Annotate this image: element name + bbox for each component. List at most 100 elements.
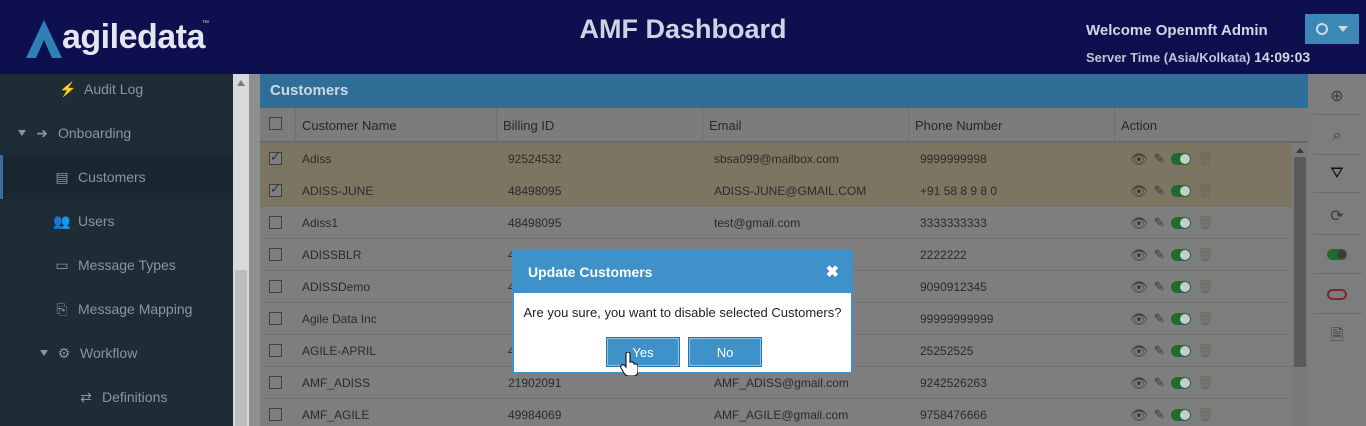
trash-icon[interactable]: 🗑 (1197, 279, 1214, 295)
edit-icon[interactable]: ✎ (1154, 151, 1165, 167)
toggle-on-icon[interactable] (1170, 249, 1191, 261)
sidebar-item-customers[interactable]: ▤ Customers (0, 155, 233, 199)
cell-name: ADISS-JUNE (302, 184, 374, 198)
no-button[interactable]: No (688, 337, 762, 367)
view-icon[interactable]: 👁 (1130, 407, 1148, 424)
table-row[interactable]: Adiss1 48498095 test@gmail.com 3333333333 👁 ✎… (260, 207, 1292, 239)
trash-icon[interactable]: 🗑 (1197, 311, 1214, 327)
toggle-on-icon[interactable] (1170, 313, 1191, 325)
row-actions: 👁 ✎ 🗑 (1130, 183, 1213, 199)
edit-icon[interactable]: ✎ (1154, 343, 1165, 359)
filter-button[interactable]: ⛛ (1313, 155, 1361, 193)
view-icon[interactable]: 👁 (1130, 215, 1148, 232)
row-checkbox[interactable] (269, 216, 282, 229)
toggle-on-icon[interactable] (1170, 345, 1191, 357)
toggle-on-icon[interactable] (1170, 185, 1191, 197)
sidebar-item-label: Audit Log (84, 81, 144, 97)
edit-icon[interactable]: ✎ (1154, 375, 1165, 391)
view-icon[interactable]: 👁 (1130, 343, 1148, 360)
scroll-up-icon[interactable] (1296, 148, 1304, 153)
hand-cursor-icon (620, 352, 638, 376)
scroll-up-icon[interactable] (237, 80, 245, 86)
row-checkbox[interactable] (269, 181, 282, 197)
toggle-on-icon[interactable] (1170, 377, 1191, 389)
cell-phone: 2222222 (920, 248, 967, 262)
edit-icon[interactable]: ✎ (1154, 247, 1165, 263)
sidebar-item-audit-log[interactable]: ⚡ Audit Log (0, 67, 233, 111)
dialog-header: Update Customers (514, 251, 851, 293)
view-icon[interactable]: 👁 (1130, 183, 1148, 200)
edit-icon[interactable]: ✎ (1154, 279, 1165, 295)
row-checkbox[interactable] (269, 248, 282, 261)
sidebar-item-users[interactable]: 👥 Users (0, 199, 233, 243)
enable-button[interactable] (1313, 236, 1361, 274)
row-checkbox[interactable] (269, 312, 282, 325)
update-customers-dialog: Update Customers ✖ Are you sure, you wan… (512, 249, 853, 374)
cell-phone: 25252525 (920, 344, 974, 358)
file-code-icon: ⎘ (56, 300, 68, 317)
cell-billing: 49984069 (508, 408, 562, 422)
close-icon[interactable]: ✖ (826, 262, 839, 282)
export-button[interactable]: 🗎 (1313, 318, 1361, 356)
refresh-button[interactable]: ⟳ (1313, 197, 1361, 235)
trash-icon[interactable]: 🗑 (1197, 215, 1214, 231)
sidebar-item-label: Workflow (80, 345, 138, 361)
trash-icon[interactable]: 🗑 (1197, 407, 1214, 423)
toggle-on-icon[interactable] (1170, 409, 1191, 421)
select-all-checkbox[interactable] (269, 117, 282, 130)
sidebar-item-message-types[interactable]: ▭ Message Types (0, 243, 233, 287)
row-checkbox[interactable] (269, 149, 282, 165)
sidebar-item-message-mapping[interactable]: ⎘ Message Mapping (0, 287, 233, 331)
view-icon[interactable]: 👁 (1130, 375, 1148, 392)
edit-icon[interactable]: ✎ (1154, 407, 1165, 423)
row-checkbox[interactable] (269, 344, 282, 357)
cell-name: Agile Data Inc (302, 312, 377, 326)
sidebar-item-onboarding[interactable]: ➜ Onboarding (0, 111, 233, 155)
disable-button[interactable] (1313, 276, 1361, 314)
table-row[interactable]: Adiss 92524532 sbsa099@mailbox.com 99999999… (260, 143, 1292, 175)
toggle-on-icon[interactable] (1170, 153, 1191, 165)
user-menu-button[interactable] (1305, 14, 1359, 44)
view-icon[interactable]: 👁 (1130, 247, 1148, 264)
scrollbar-thumb[interactable] (235, 270, 247, 426)
sidebar-item-label: Definitions (102, 389, 168, 405)
cell-phone: 9999999998 (920, 152, 987, 166)
table-row[interactable]: ADISS-JUNE 48498095 ADISS-JUNE@GMAIL.COM +9… (260, 175, 1292, 207)
sidebar-item-definitions[interactable]: ⇄ Definitions (0, 375, 233, 419)
add-button[interactable]: ⊕ (1313, 77, 1361, 115)
scrollbar-thumb[interactable] (1294, 157, 1306, 367)
yes-button[interactable]: Yes (606, 337, 680, 367)
exchange-icon: ⇄ (80, 388, 92, 405)
column-header-customer-name[interactable]: Customer Name (296, 108, 497, 143)
column-header-email[interactable]: Email (703, 108, 909, 143)
trash-icon[interactable]: 🗑 (1197, 183, 1214, 199)
cell-name: AGILE-APRIL (302, 344, 377, 358)
trash-icon[interactable]: 🗑 (1197, 151, 1214, 167)
row-actions: 👁 ✎ 🗑 (1130, 279, 1213, 295)
refresh-icon: ⟳ (1330, 207, 1344, 225)
caret-down-icon (40, 350, 48, 356)
table-row[interactable]: AMF_AGILE 49984069 AMF_AGILE@gmail.com 9758… (260, 399, 1292, 426)
row-checkbox[interactable] (269, 408, 282, 421)
view-icon[interactable]: 👁 (1130, 151, 1148, 168)
trash-icon[interactable]: 🗑 (1197, 343, 1214, 359)
sidebar-scrollbar[interactable] (233, 74, 249, 426)
sidebar-item-workflow[interactable]: ⚙ Workflow (0, 331, 233, 375)
caret-down-icon (18, 130, 26, 136)
toggle-on-icon[interactable] (1170, 217, 1191, 229)
column-header-billing-id[interactable]: Billing ID (497, 108, 703, 143)
edit-icon[interactable]: ✎ (1154, 311, 1165, 327)
edit-icon[interactable]: ✎ (1154, 183, 1165, 199)
table-scrollbar[interactable] (1292, 143, 1308, 426)
toggle-on-icon[interactable] (1170, 281, 1191, 293)
view-icon[interactable]: 👁 (1130, 279, 1148, 296)
trash-icon[interactable]: 🗑 (1197, 375, 1214, 391)
trash-icon[interactable]: 🗑 (1197, 247, 1214, 263)
column-header-phone[interactable]: Phone Number (909, 108, 1115, 143)
row-checkbox[interactable] (269, 280, 282, 293)
edit-icon[interactable]: ✎ (1154, 215, 1165, 231)
row-checkbox[interactable] (269, 376, 282, 389)
search-button[interactable]: ⌕ (1313, 117, 1361, 155)
view-icon[interactable]: 👁 (1130, 311, 1148, 328)
cell-name: ADISSDemo (302, 280, 371, 294)
